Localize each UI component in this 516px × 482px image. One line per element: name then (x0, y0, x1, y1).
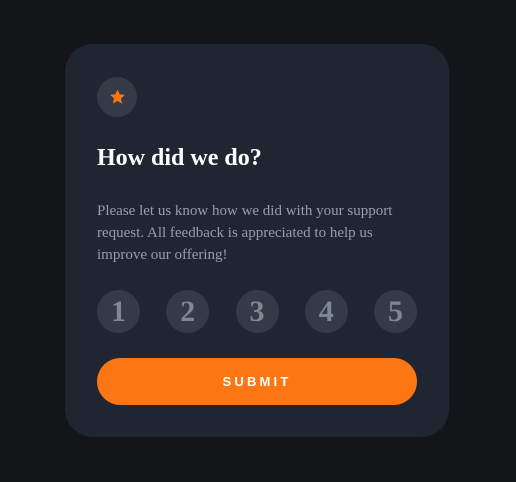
rating-button-1[interactable]: 1 (97, 290, 140, 333)
card-title: How did we do? (97, 145, 262, 171)
rating-button-2[interactable]: 2 (166, 290, 210, 333)
star-icon (109, 89, 125, 104)
rating-button-5[interactable]: 5 (374, 290, 417, 333)
rating-card: How did we do? Please let us know how we… (65, 44, 449, 437)
star-badge (97, 77, 137, 117)
submit-button[interactable]: SUBMIT (97, 358, 417, 405)
rating-options: 1 2 3 4 5 (97, 290, 417, 334)
card-description: Please let us know how we did with your … (97, 203, 393, 263)
rating-button-3[interactable]: 3 (235, 290, 279, 333)
rating-button-4[interactable]: 4 (304, 290, 348, 333)
